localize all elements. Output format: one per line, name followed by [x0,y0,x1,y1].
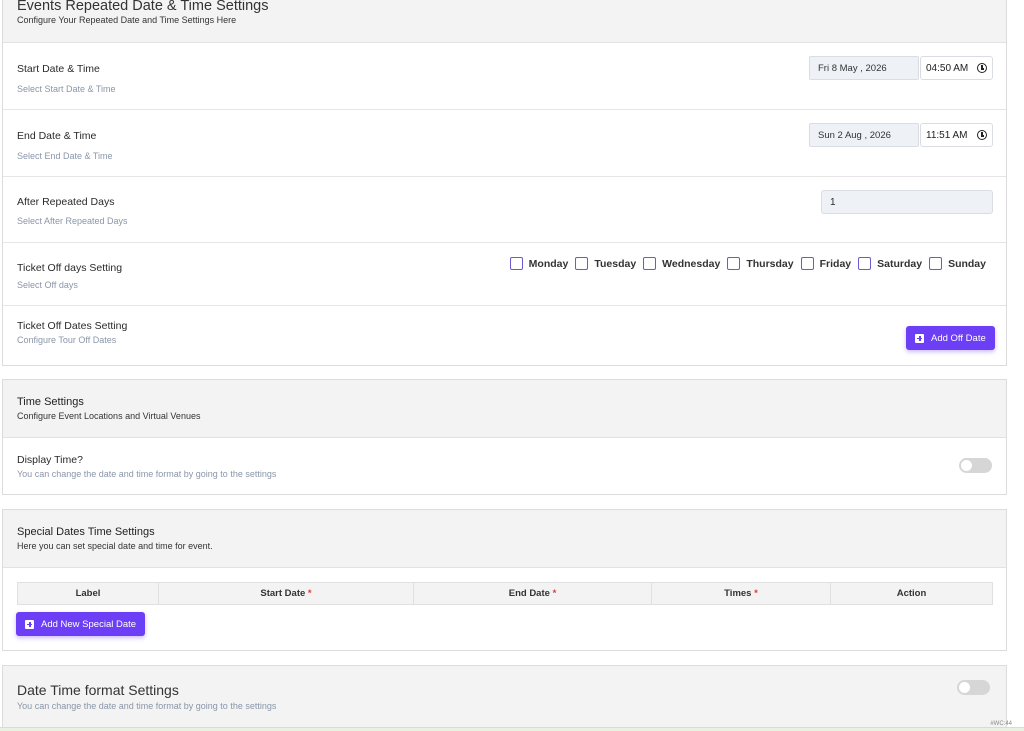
plus-square-icon [915,333,924,343]
off-dates-hint: Configure Tour Off Dates [17,335,117,345]
checkbox[interactable] [929,257,943,270]
toggle-knob [959,682,970,693]
column-times: Times * [651,582,831,605]
off-dates-row: Ticket Off Dates Setting Configure Tour … [3,306,1006,364]
start-datetime-label: Start Date & Time [17,63,100,75]
after-repeated-hint: Select After Repeated Days [17,216,128,226]
start-datetime-row: Start Date & Time Select Start Date & Ti… [3,43,1006,110]
time-settings-title: Time Settings [17,396,84,408]
checkbox[interactable] [643,257,657,270]
repeated-settings-panel: Events Repeated Date & Time Settings Con… [2,0,1007,366]
add-off-date-button[interactable]: Add Off Date [906,326,995,350]
datetime-format-title: Date Time format Settings [17,682,179,698]
off-day-tuesday[interactable]: Tuesday [575,257,636,270]
off-days-hint: Select Off days [17,280,78,290]
special-dates-table: Label Start Date * End Date * Times * Ac… [17,582,993,605]
off-day-sunday[interactable]: Sunday [929,257,986,270]
checkbox[interactable] [509,257,523,270]
column-action: Action [830,582,993,605]
special-dates-header: Special Dates Time Settings Here you can… [3,510,1006,568]
display-time-label: Display Time? [17,454,83,466]
column-end-date: End Date * [413,582,652,605]
add-new-special-date-button[interactable]: Add New Special Date [16,612,146,636]
display-time-row: Display Time? You can change the date an… [3,438,1006,494]
repeated-settings-title: Events Repeated Date & Time Settings [17,0,269,14]
off-day-saturday[interactable]: Saturday [858,257,922,270]
start-time-field[interactable]: 04:50 AM [920,56,993,80]
off-days-label: Ticket Off days Setting [17,262,123,274]
toggle-knob [961,460,972,471]
special-dates-subtitle: Here you can set special date and time f… [17,541,213,551]
checkbox[interactable] [575,257,589,270]
time-settings-subtitle: Configure Event Locations and Virtual Ve… [17,411,201,421]
table-header-row: Label Start Date * End Date * Times * Ac… [17,582,993,605]
checkbox[interactable] [800,257,814,270]
clock-icon [977,63,987,73]
plus-square-icon [25,619,34,629]
checkbox[interactable] [727,257,741,270]
bottom-scroll-strip [0,727,1024,731]
display-time-toggle[interactable] [959,458,992,473]
repeated-settings-header: Events Repeated Date & Time Settings Con… [3,0,1006,43]
off-day-thursday[interactable]: Thursday [727,257,794,270]
off-day-friday[interactable]: Friday [800,257,851,270]
off-day-wednesday[interactable]: Wednesday [643,257,720,270]
display-time-hint: You can change the date and time format … [17,469,277,479]
off-days-checkbox-group: Monday Tuesday Wednesday Thursday Friday… [503,257,986,270]
time-settings-panel: Time Settings Configure Event Locations … [2,379,1007,495]
end-time-value: 11:51 AM [926,130,968,141]
end-datetime-hint: Select End Date & Time [17,151,113,161]
repeated-settings-subtitle: Configure Your Repeated Date and Time Se… [17,15,237,25]
end-date-field[interactable]: Sun 2 Aug , 2026 [809,123,919,147]
after-repeated-label: After Repeated Days [17,196,115,208]
start-date-field[interactable]: Fri 8 May , 2026 [809,56,919,80]
off-days-row: Ticket Off days Setting Select Off days … [3,243,1006,306]
end-datetime-row: End Date & Time Select End Date & Time S… [3,110,1006,177]
off-day-monday[interactable]: Monday [509,257,568,270]
checkbox[interactable] [858,257,872,270]
after-repeated-input[interactable]: 1 [821,190,993,214]
off-dates-label: Ticket Off Dates Setting [17,320,128,332]
after-repeated-row: After Repeated Days Select After Repeate… [3,177,1006,243]
datetime-format-toggle[interactable] [957,680,990,695]
special-dates-title: Special Dates Time Settings [17,526,155,538]
special-dates-panel: Special Dates Time Settings Here you can… [2,509,1007,651]
clock-icon [977,130,987,140]
end-time-field[interactable]: 11:51 AM [920,123,993,147]
datetime-format-panel: Date Time format Settings You can change… [2,665,1007,731]
end-datetime-label: End Date & Time [17,130,97,142]
time-settings-header: Time Settings Configure Event Locations … [3,380,1006,438]
column-start-date: Start Date * [158,582,414,605]
start-time-value: 04:50 AM [926,63,969,74]
start-datetime-hint: Select Start Date & Time [17,84,116,94]
column-label: Label [17,582,159,605]
footer-tag: #WC:44 [990,721,1012,727]
datetime-format-hint: You can change the date and time format … [17,701,277,711]
